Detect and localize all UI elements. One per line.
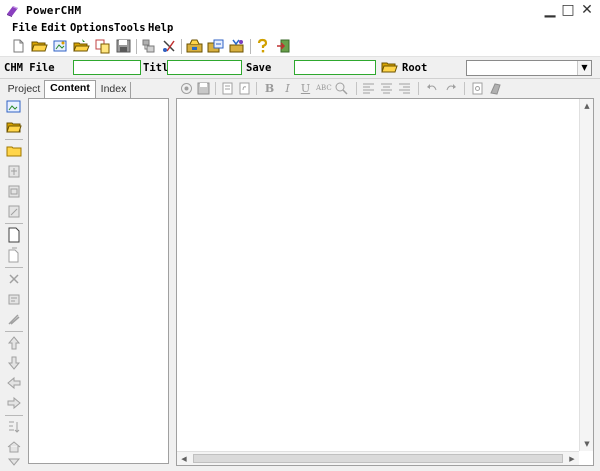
- toolbar-separator: [250, 39, 251, 54]
- italic-button[interactable]: I: [280, 81, 295, 96]
- open-folder-icon[interactable]: [31, 38, 48, 54]
- toolbar-separator: [181, 39, 182, 54]
- toolbar-separator: [464, 82, 465, 95]
- vertical-scrollbar[interactable]: ▲ ▼: [579, 99, 593, 451]
- new-page-icon[interactable]: [6, 227, 22, 243]
- help-icon[interactable]: [254, 38, 271, 54]
- move-left-icon[interactable]: [6, 375, 22, 391]
- save-icon[interactable]: [196, 81, 211, 96]
- copy-icon[interactable]: [94, 38, 111, 54]
- folder-icon[interactable]: [6, 143, 22, 159]
- panel-tabs: Project Content Index: [0, 80, 174, 98]
- new-file-icon[interactable]: [10, 38, 27, 54]
- refresh-icon[interactable]: [237, 81, 252, 96]
- home-icon[interactable]: [6, 439, 22, 455]
- browse-folder-icon[interactable]: [381, 59, 398, 75]
- save-label: Save: [246, 62, 272, 74]
- toolbar-separator: [215, 82, 216, 95]
- window-title: PowerCHM: [26, 4, 82, 17]
- chm-file-field[interactable]: [73, 60, 141, 75]
- editor-area[interactable]: ▲ ▼ ◀ ▶: [176, 98, 594, 466]
- close-button[interactable]: ✕: [580, 3, 594, 18]
- tab-project[interactable]: Project: [6, 82, 42, 98]
- insert-link-icon[interactable]: [488, 81, 503, 96]
- root-combo[interactable]: ▼: [466, 60, 592, 76]
- delete-icon[interactable]: [6, 271, 22, 287]
- content-tools: [0, 97, 28, 471]
- root-label: Root: [402, 62, 428, 74]
- undo-icon[interactable]: [425, 81, 440, 96]
- tools-separator: [5, 415, 23, 416]
- copy-page-icon[interactable]: [220, 81, 235, 96]
- open-folder-icon[interactable]: [6, 119, 22, 135]
- print-icon[interactable]: [179, 81, 194, 96]
- scroll-thumb[interactable]: [193, 454, 563, 463]
- tool-icon[interactable]: [161, 38, 178, 54]
- exit-icon[interactable]: [275, 38, 292, 54]
- app-icon: [7, 6, 18, 17]
- horizontal-scrollbar[interactable]: ◀ ▶: [177, 451, 579, 465]
- edit-item-icon[interactable]: [6, 203, 22, 219]
- tools-separator: [5, 331, 23, 332]
- title-field[interactable]: [167, 60, 242, 75]
- project-fields-bar: CHM File Titl Save Root ▼: [0, 57, 600, 79]
- menu-options[interactable]: Options: [70, 22, 114, 35]
- align-center-icon[interactable]: [379, 81, 394, 96]
- add-item-icon[interactable]: [6, 163, 22, 179]
- menu-edit[interactable]: Edit: [41, 22, 66, 35]
- menu-bar: File Edit Options Tools Help: [0, 22, 600, 36]
- scroll-down-icon[interactable]: ▼: [581, 438, 593, 450]
- toolbar-separator: [356, 82, 357, 95]
- chevron-down-icon[interactable]: ▼: [577, 61, 591, 75]
- find-icon[interactable]: [334, 81, 349, 96]
- sort-icon[interactable]: [6, 419, 22, 435]
- content-tree[interactable]: [28, 98, 169, 464]
- decompile-icon[interactable]: [228, 38, 245, 54]
- chm-file-label: CHM File: [4, 62, 55, 74]
- move-down-icon[interactable]: [6, 355, 22, 371]
- copy-page-icon[interactable]: [6, 247, 22, 263]
- scroll-left-icon[interactable]: ◀: [178, 453, 190, 465]
- open-file-icon[interactable]: [73, 38, 90, 54]
- open-project-icon[interactable]: [52, 38, 69, 54]
- save-icon[interactable]: [115, 38, 132, 54]
- status-bar: [0, 466, 600, 471]
- maximize-button[interactable]: □: [561, 3, 575, 18]
- menu-file[interactable]: File: [12, 22, 37, 35]
- spellcheck-button[interactable]: ABC: [316, 81, 332, 96]
- toolbar-separator: [418, 82, 419, 95]
- toolbar-separator: [256, 82, 257, 95]
- tools-separator: [5, 267, 23, 268]
- bold-button[interactable]: B: [262, 81, 277, 96]
- insert-image-icon[interactable]: [470, 81, 485, 96]
- tab-index[interactable]: Index: [97, 82, 131, 98]
- wizard-icon[interactable]: [140, 38, 157, 54]
- move-up-icon[interactable]: [6, 335, 22, 351]
- menu-help[interactable]: Help: [148, 22, 173, 35]
- editor-toolbar: B I U ABC: [176, 80, 600, 98]
- underline-button[interactable]: U: [298, 81, 313, 96]
- scroll-right-icon[interactable]: ▶: [566, 453, 578, 465]
- image-item-icon[interactable]: [6, 183, 22, 199]
- compile-icon[interactable]: [186, 38, 203, 54]
- scroll-up-icon[interactable]: ▲: [581, 100, 593, 112]
- main-toolbar: [0, 36, 600, 57]
- compile-view-icon[interactable]: [207, 38, 224, 54]
- align-left-icon[interactable]: [361, 81, 376, 96]
- minimize-button[interactable]: ▁: [543, 3, 557, 18]
- title-bar: PowerCHM ▁ □ ✕: [0, 0, 600, 22]
- open-image-icon[interactable]: [6, 99, 22, 115]
- clean-icon[interactable]: [6, 311, 22, 327]
- title-label: Titl: [143, 62, 169, 74]
- move-right-icon[interactable]: [6, 395, 22, 411]
- tools-separator: [5, 139, 23, 140]
- properties-icon[interactable]: [6, 291, 22, 307]
- menu-tools[interactable]: Tools: [114, 22, 146, 35]
- redo-icon[interactable]: [443, 81, 458, 96]
- save-path-field[interactable]: [294, 60, 376, 75]
- toolbar-separator: [136, 39, 137, 54]
- tools-separator: [5, 223, 23, 224]
- align-right-icon[interactable]: [397, 81, 412, 96]
- tab-content[interactable]: Content: [44, 80, 96, 98]
